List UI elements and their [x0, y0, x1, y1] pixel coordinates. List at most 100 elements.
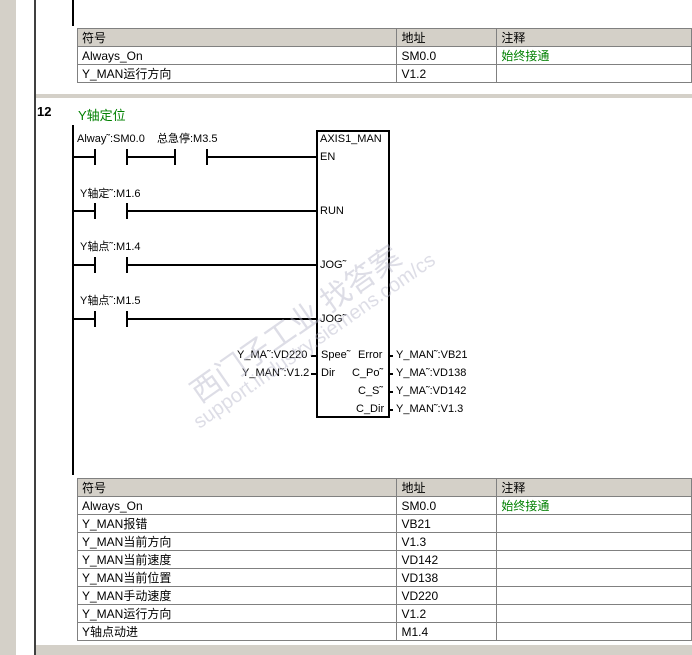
wire	[208, 156, 316, 158]
cell-symbol: Y_MAN手动速度	[76, 586, 398, 605]
table-row[interactable]: Always_On SM0.0 始终接通	[76, 496, 692, 515]
power-rail-prev	[72, 0, 74, 26]
operand-speed[interactable]: Y_MA˜:VD220	[237, 349, 307, 361]
network-number[interactable]: 12	[37, 104, 51, 119]
pin-c-pos: C_Po˜	[352, 367, 384, 379]
pin-c-dir: C_Dir	[356, 403, 385, 415]
pin-speed: Spee˜	[321, 349, 351, 361]
pin-dir: Dir	[321, 367, 336, 379]
contact-no-y-jog-fwd[interactable]	[94, 257, 128, 273]
wire	[74, 318, 94, 320]
contact-label-y-jog-rev: Y轴点˜:M1.5	[80, 295, 141, 307]
cell-symbol: Y_MAN当前速度	[76, 550, 398, 569]
wire	[128, 264, 316, 266]
cell-symbol: Always_On	[76, 46, 398, 65]
symbol-table-header: 符号 地址 注释	[76, 478, 692, 497]
wire	[311, 355, 316, 357]
contact-no-estop[interactable]	[174, 149, 208, 165]
table-row[interactable]: Y_MAN当前方向 V1.3	[76, 532, 692, 551]
cell-address: VD138	[396, 568, 498, 587]
cell-comment	[496, 622, 692, 641]
network-separator	[36, 94, 692, 98]
network-title[interactable]: Y轴定位	[78, 105, 126, 124]
operand-c-pos[interactable]: Y_MA˜:VD138	[396, 367, 466, 379]
cell-comment	[496, 550, 692, 569]
cell-address: V1.3	[396, 532, 498, 551]
contact-no-y-position[interactable]	[94, 203, 128, 219]
cell-address: SM0.0	[396, 496, 498, 515]
cell-symbol: Y轴点动进	[76, 622, 398, 641]
cell-comment	[496, 64, 692, 83]
operand-dir[interactable]: Y_MAN˜:V1.2	[242, 367, 309, 379]
contact-no-y-jog-rev[interactable]	[94, 311, 128, 327]
table-row[interactable]: Y_MAN当前位置 VD138	[76, 568, 692, 587]
header-comment: 注释	[496, 28, 692, 47]
symbol-table-prev: 符号 地址 注释 Always_On SM0.0 始终接通 Y_MAN运行方向 …	[76, 28, 692, 83]
wire	[388, 355, 393, 357]
wire	[128, 156, 174, 158]
cell-symbol: Y_MAN当前位置	[76, 568, 398, 587]
cell-address: VD142	[396, 550, 498, 569]
editor-left-gutter	[0, 0, 16, 655]
wire	[74, 156, 94, 158]
wire	[311, 373, 316, 375]
pin-c-speed: C_S˜	[358, 385, 384, 397]
table-row[interactable]: Y_MAN报错 VB21	[76, 514, 692, 533]
cell-comment	[496, 568, 692, 587]
pin-en: EN	[320, 151, 336, 163]
wire	[388, 391, 393, 393]
block-title: AXIS1_MAN	[320, 133, 382, 145]
contact-label-y-jog-fwd: Y轴点˜:M1.4	[80, 241, 141, 253]
cell-comment	[496, 586, 692, 605]
table-row[interactable]: Y_MAN手动速度 VD220	[76, 586, 692, 605]
pin-jog-fwd: JOG˜	[320, 259, 347, 271]
pin-error: Error	[358, 349, 383, 361]
cell-symbol: Y_MAN报错	[76, 514, 398, 533]
cell-address: SM0.0	[396, 46, 498, 65]
table-row[interactable]: Y_MAN运行方向 V1.2	[76, 64, 692, 83]
contact-label-always-on: Alway˜:SM0.0	[77, 133, 145, 145]
wire	[128, 318, 316, 320]
header-comment: 注释	[496, 478, 692, 497]
cell-comment	[496, 514, 692, 533]
symbol-table: 符号 地址 注释 Always_On SM0.0 始终接通 Y_MAN报错 VB21 …	[76, 478, 692, 641]
cell-symbol: Y_MAN运行方向	[76, 604, 398, 623]
header-symbol: 符号	[76, 478, 398, 497]
header-address: 地址	[396, 478, 498, 497]
cell-symbol: Y_MAN当前方向	[76, 532, 398, 551]
network-number-column	[16, 0, 35, 655]
table-row[interactable]: Y_MAN运行方向 V1.2	[76, 604, 692, 623]
wire	[128, 210, 316, 212]
pin-jog-rev: JOG˜	[320, 313, 347, 325]
operand-error[interactable]: Y_MAN˜:VB21	[396, 349, 468, 361]
cell-address: VB21	[396, 514, 498, 533]
power-rail	[72, 125, 74, 475]
operand-c-dir[interactable]: Y_MAN˜:V1.3	[396, 403, 463, 415]
editor-divider	[34, 0, 36, 655]
contact-label-y-position: Y轴定˜:M1.6	[80, 188, 141, 200]
cell-comment: 始终接通	[496, 46, 692, 65]
wire	[74, 264, 94, 266]
cell-comment	[496, 604, 692, 623]
wire	[74, 210, 94, 212]
header-address: 地址	[396, 28, 498, 47]
operand-c-speed[interactable]: Y_MA˜:VD142	[396, 385, 466, 397]
contact-no-always-on[interactable]	[94, 149, 128, 165]
cell-symbol: Y_MAN运行方向	[76, 64, 398, 83]
contact-label-estop: 总急停:M3.5	[157, 133, 218, 145]
cell-address: VD220	[396, 586, 498, 605]
horizontal-scrollbar[interactable]	[36, 645, 692, 655]
pin-run: RUN	[320, 205, 344, 217]
cell-comment	[496, 532, 692, 551]
table-row[interactable]: Always_On SM0.0 始终接通	[76, 46, 692, 65]
table-row[interactable]: Y_MAN当前速度 VD142	[76, 550, 692, 569]
wire	[388, 373, 393, 375]
symbol-table-header: 符号 地址 注释	[76, 28, 692, 47]
cell-address: M1.4	[396, 622, 498, 641]
cell-address: V1.2	[396, 64, 498, 83]
header-symbol: 符号	[76, 28, 398, 47]
wire	[388, 409, 393, 411]
table-row[interactable]: Y轴点动进 M1.4	[76, 622, 692, 641]
cell-comment: 始终接通	[496, 496, 692, 515]
cell-symbol: Always_On	[76, 496, 398, 515]
